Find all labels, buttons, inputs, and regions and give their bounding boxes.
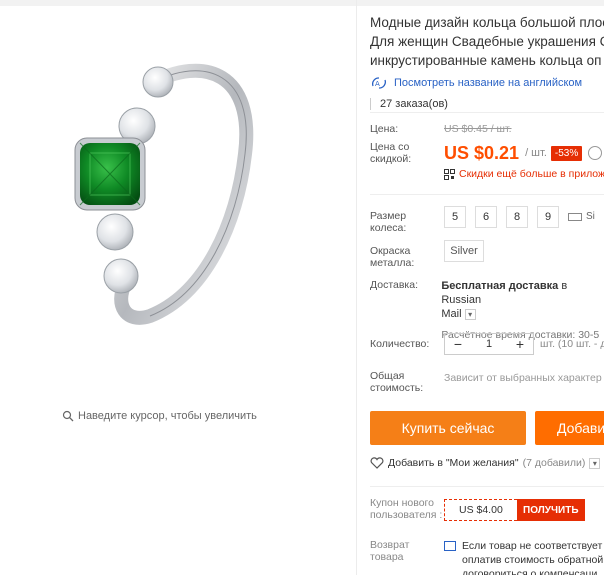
divider <box>356 0 357 575</box>
magnifier-icon <box>62 410 74 422</box>
app-promo-text[interactable]: Скидки ещё больше в прилож <box>459 168 604 180</box>
chevron-down-icon[interactable]: ▾ <box>589 457 601 469</box>
translate-link[interactable]: A Посмотреть название на английском <box>370 76 604 90</box>
return-line: Если товар не соответствует <box>462 540 603 552</box>
ruler-icon <box>568 212 582 221</box>
total-value: Зависит от выбранных характер <box>444 372 602 384</box>
app-promo[interactable]: Скидки ещё больше в прилож <box>444 168 604 180</box>
size-option[interactable]: 8 <box>506 206 528 228</box>
old-price: US $0.45 / шт. <box>444 123 512 135</box>
discount-row: Цена со скидкой: US $0.21 / шт. -53% <box>370 141 603 165</box>
separator <box>370 98 371 110</box>
title-line: инкрустированные камень кольца оп <box>370 53 602 68</box>
title-line: Модные дизайн кольца большой плоск <box>370 15 604 30</box>
get-coupon-button[interactable]: ПОЛУЧИТЬ <box>516 499 585 521</box>
shipping-label: Доставка: <box>370 279 419 291</box>
size-chart-text[interactable]: Si <box>586 211 595 222</box>
svg-text:A: A <box>375 80 380 88</box>
product-image[interactable] <box>55 54 315 354</box>
return-policy-icon <box>444 541 456 551</box>
return-line: оплатив стоимость обратной <box>462 554 604 566</box>
product-gallery: Наведите курсор, чтобы увеличить <box>0 6 356 575</box>
price-unit: / шт. <box>525 147 547 159</box>
quantity-label: Количество: <box>370 338 430 350</box>
size-option[interactable]: 6 <box>475 206 497 228</box>
divider <box>370 486 604 487</box>
discount-badge: -53% <box>550 145 583 161</box>
heart-icon <box>370 457 384 469</box>
clock-icon <box>588 146 603 160</box>
zoom-hint: Наведите курсор, чтобы увеличить <box>62 410 257 422</box>
quantity-stepper[interactable]: − 1 + <box>444 333 534 355</box>
size-row: Размер колеса: 5 6 8 9 Si <box>370 206 595 234</box>
size-option[interactable]: 5 <box>444 206 466 228</box>
metal-label: Окраска металла: <box>370 245 415 269</box>
total-label: Общая стоимость: <box>370 370 424 394</box>
price-row: Цена: US $0.45 / шт. <box>370 123 512 135</box>
return-line: договориться о компенсаци <box>462 568 598 575</box>
zoom-hint-text: Наведите курсор, чтобы увеличить <box>78 410 257 422</box>
size-chart-link[interactable]: Si <box>568 211 595 222</box>
discount-price: US $0.21 <box>444 142 520 163</box>
metal-row: Окраска металла: Silver <box>370 240 484 269</box>
product-title: Модные дизайн кольца большой плоск Для ж… <box>370 13 604 70</box>
quantity-plus-button[interactable]: + <box>507 334 533 354</box>
divider <box>370 194 604 195</box>
product-info: Модные дизайн кольца большой плоск Для ж… <box>370 6 604 575</box>
price-label: Цена: <box>370 123 399 135</box>
coupon-box: US $4.00 ПОЛУЧИТЬ <box>444 499 585 521</box>
shipping-carrier-line2: Mail <box>441 308 462 320</box>
wishlist-link[interactable]: Добавить в "Мои желания" (7 добавили) ▾ <box>370 457 601 469</box>
return-policy-text: Если товар не соответствует оплатив стои… <box>462 539 603 575</box>
shipping-free: Бесплатная доставка <box>441 280 559 292</box>
returns-row: Возврат товара Если товар не соответству… <box>370 539 603 575</box>
orders-text: 27 заказа(ов) <box>380 98 448 110</box>
coupon-row: Купон нового пользователя : US $4.00 ПОЛ… <box>370 497 585 521</box>
translate-icon: A <box>372 77 386 89</box>
title-line: Для женщин Свадебные украшения С <box>370 34 604 49</box>
shipping-row: Доставка: Бесплатная доставка в Russian … <box>370 279 604 341</box>
returns-label: Возврат товара <box>370 539 410 563</box>
wishlist-count: (7 добавили) <box>522 457 586 469</box>
discount-label: Цена со скидкой: <box>370 141 412 165</box>
orders-count: 27 заказа(ов) <box>370 98 604 110</box>
quantity-note: шт. (10 шт. - дост <box>540 338 604 350</box>
size-option[interactable]: 9 <box>537 206 559 228</box>
translate-link-text[interactable]: Посмотреть название на английском <box>394 77 582 89</box>
add-to-cart-button[interactable]: Добавить <box>535 411 604 445</box>
quantity-input[interactable]: 1 <box>471 338 507 350</box>
total-row: Общая стоимость: Зависит от выбранных ха… <box>370 370 602 394</box>
quantity-minus-button[interactable]: − <box>445 334 471 354</box>
size-label: Размер колеса: <box>370 210 407 234</box>
metal-option-silver[interactable]: Silver <box>444 240 484 262</box>
quantity-row: Количество: − 1 + шт. (10 шт. - дост <box>370 333 604 355</box>
shipping-method[interactable]: Бесплатная доставка в Russian Mail ▾ <box>441 279 604 321</box>
ring-illustration <box>74 63 254 325</box>
coupon-value: US $4.00 <box>444 499 517 521</box>
buy-now-button[interactable]: Купить сейчас <box>370 411 526 445</box>
qr-code-icon <box>444 168 455 180</box>
chevron-down-icon[interactable]: ▾ <box>464 308 476 320</box>
coupon-label: Купон нового пользователя : <box>370 497 443 521</box>
divider <box>370 112 604 113</box>
wishlist-text[interactable]: Добавить в "Мои желания" <box>388 457 519 469</box>
